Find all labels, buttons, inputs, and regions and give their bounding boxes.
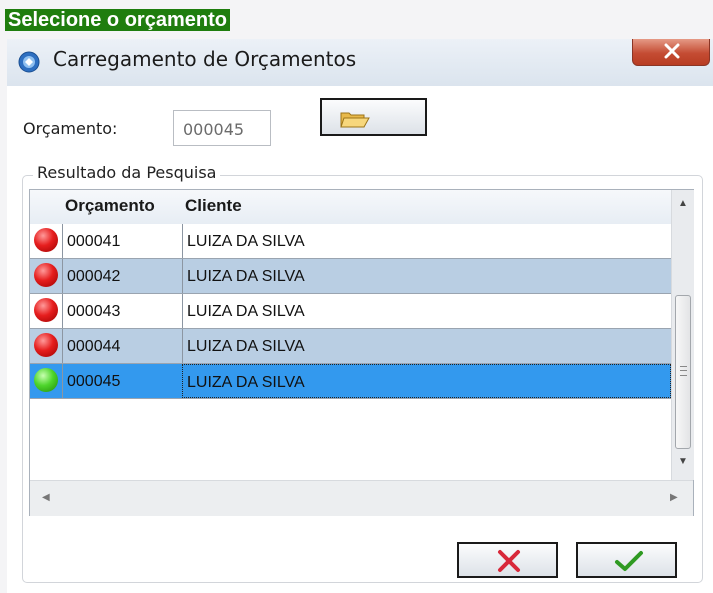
cell-orcamento: 000043 [62, 294, 182, 328]
status-red-icon [34, 333, 58, 357]
status-red-icon [34, 298, 58, 322]
status-green-icon [34, 368, 58, 392]
cell-cliente: LUIZA DA SILVA [182, 329, 671, 363]
confirm-button[interactable] [576, 542, 677, 578]
results-group-title: Resultado da Pesquisa [33, 163, 221, 182]
confirm-check-icon [615, 551, 643, 571]
table-row[interactable]: 000044 LUIZA DA SILVA [30, 329, 671, 364]
instruction-caption: Selecione o orçamento [5, 9, 230, 31]
window-title: Carregamento de Orçamentos [53, 47, 357, 71]
table-row[interactable]: 000043 LUIZA DA SILVA [30, 294, 671, 329]
title-bar: Carregamento de Orçamentos [7, 39, 713, 86]
app-icon [18, 51, 40, 73]
scroll-down-icon[interactable]: ▼ [677, 456, 689, 467]
horizontal-scrollbar[interactable]: ◀ ▶ [30, 480, 693, 516]
cell-orcamento: 000044 [62, 329, 182, 363]
grid-header: Orçamento Cliente [30, 190, 671, 225]
vertical-scroll-thumb[interactable] [675, 295, 691, 449]
table-row-selected[interactable]: 000045 LUIZA DA SILVA [30, 364, 671, 399]
scroll-up-icon[interactable]: ▲ [677, 198, 689, 209]
orcamento-label: Orçamento: [23, 119, 118, 138]
grip-icon [680, 366, 687, 376]
scroll-left-icon[interactable]: ◀ [42, 492, 50, 503]
status-red-icon [34, 228, 58, 252]
close-button[interactable] [632, 39, 710, 66]
column-header-orcamento[interactable]: Orçamento [65, 196, 182, 216]
cell-orcamento: 000042 [62, 259, 182, 293]
browse-button[interactable] [320, 98, 427, 136]
cancel-x-icon [498, 550, 520, 572]
cancel-button[interactable] [457, 542, 558, 578]
cell-cliente: LUIZA DA SILVA [182, 294, 671, 328]
table-row[interactable]: 000042 LUIZA DA SILVA [30, 259, 671, 294]
cell-cliente: LUIZA DA SILVA [182, 224, 671, 258]
folder-icon [340, 112, 370, 128]
scroll-right-icon[interactable]: ▶ [670, 492, 678, 503]
results-grid: Orçamento Cliente 000041 LUIZA DA SILVA … [29, 189, 694, 516]
cell-orcamento: 000041 [62, 224, 182, 258]
cell-cliente: LUIZA DA SILVA [182, 259, 671, 293]
close-icon [664, 43, 680, 59]
orcamento-input[interactable]: 000045 [173, 110, 271, 146]
table-row[interactable]: 000041 LUIZA DA SILVA [30, 224, 671, 259]
cell-cliente: LUIZA DA SILVA [182, 364, 671, 398]
status-red-icon [34, 263, 58, 287]
column-header-cliente[interactable]: Cliente [185, 196, 385, 216]
cell-orcamento: 000045 [62, 364, 182, 398]
vertical-scrollbar[interactable]: ▲ ▼ [671, 190, 694, 480]
dialog-window: Carregamento de Orçamentos Orçamento: 00… [7, 39, 713, 593]
